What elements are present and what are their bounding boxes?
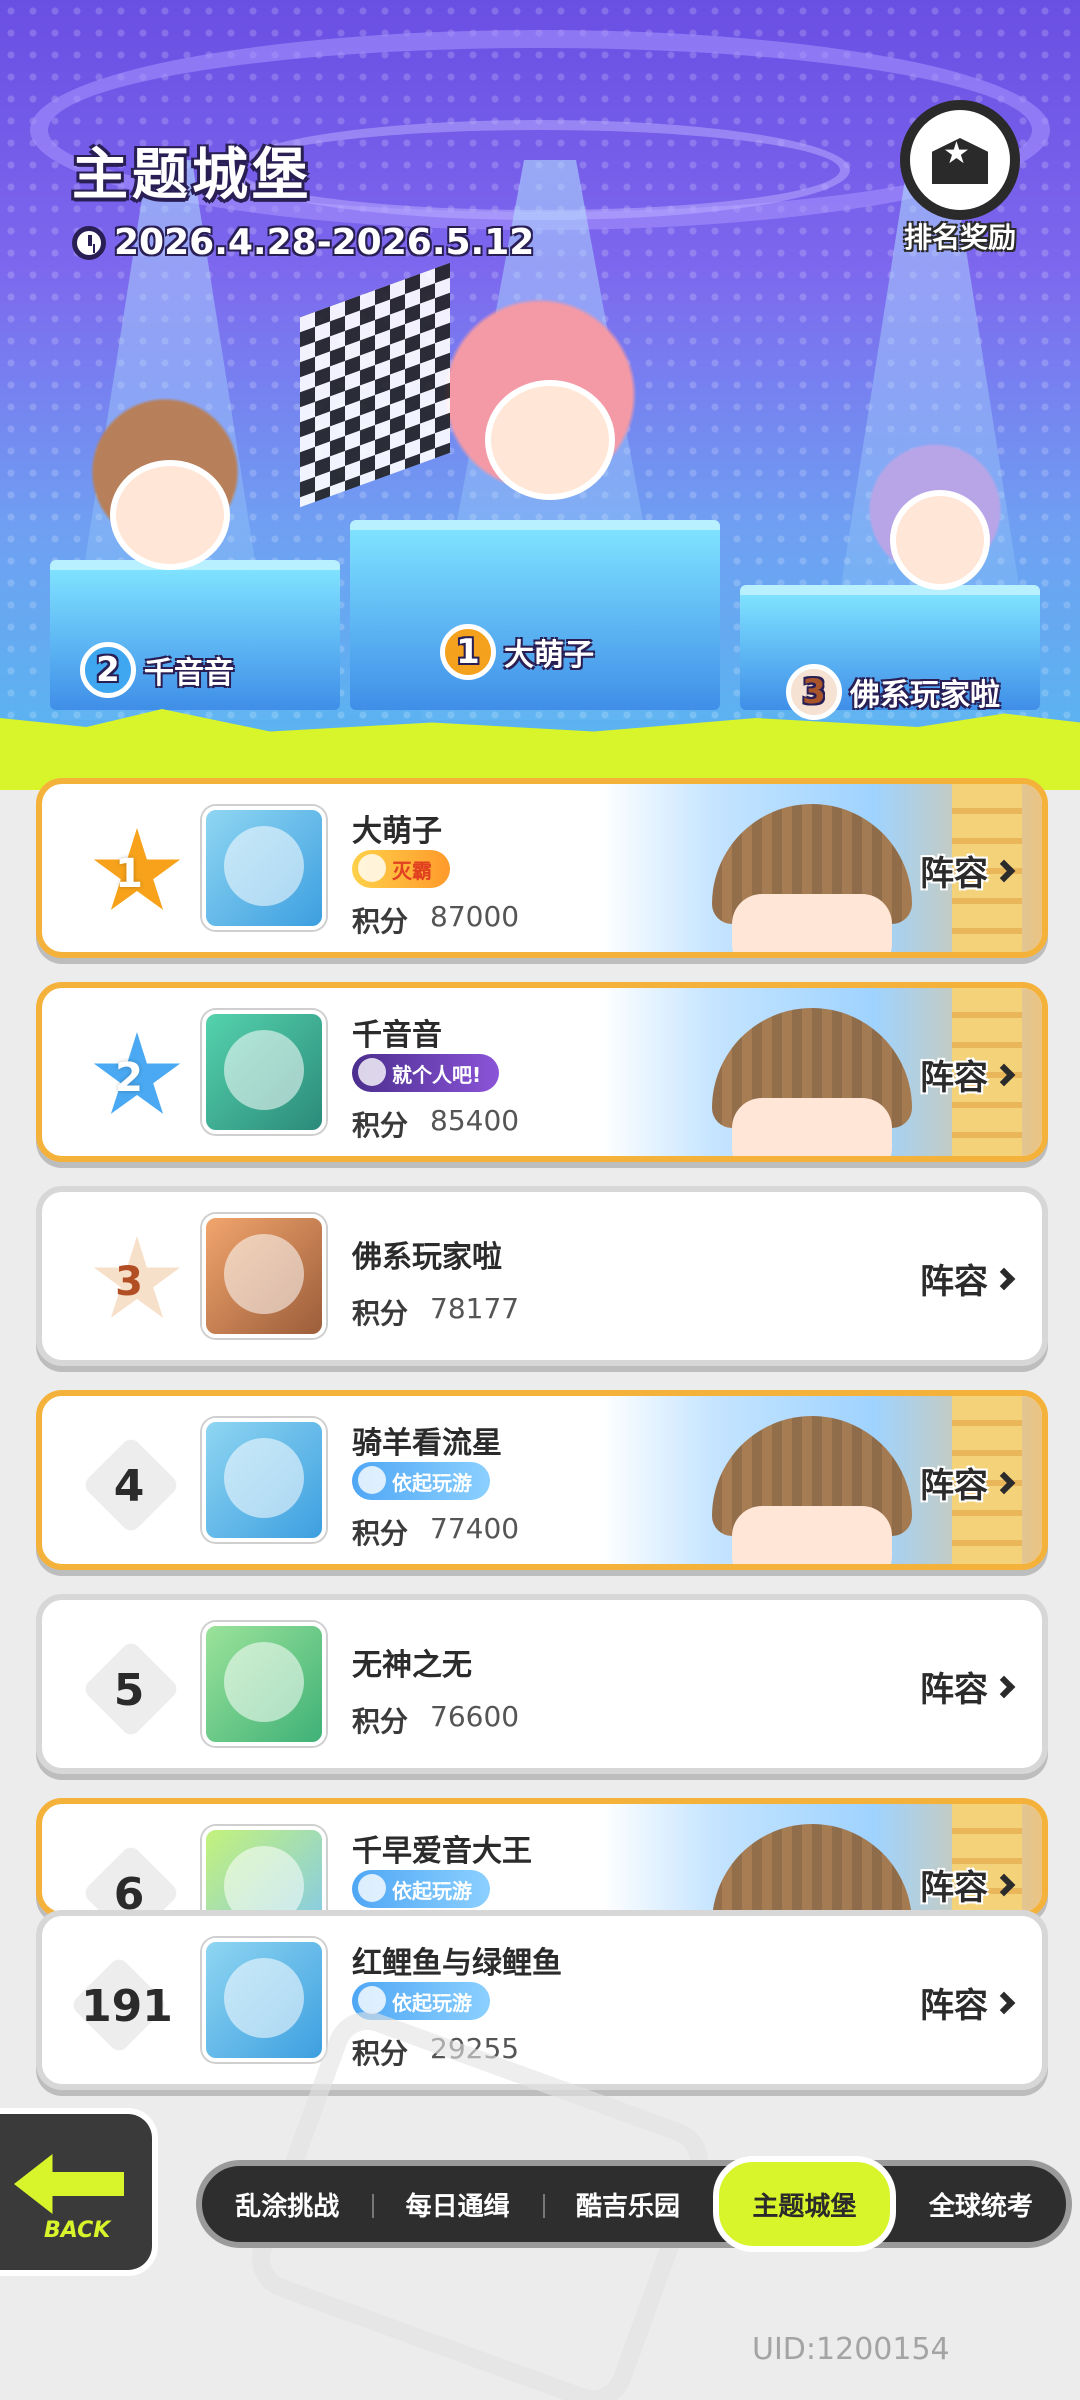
rank-medal-icon: 2 [80, 642, 136, 698]
ranking-reward-button[interactable]: 排名奖励 [890, 100, 1030, 254]
rank-badge: 191 [72, 1966, 182, 2046]
avatar [202, 1826, 326, 1912]
player-name: 红鲤鱼与绿鲤鱼 [352, 1946, 562, 1981]
title-badge: 就个人吧! [352, 1054, 500, 1092]
tab-daily-wanted[interactable]: 每日通缉 [372, 2166, 542, 2242]
chevron-right-icon [992, 1267, 1016, 1290]
podium-label-third: 3 佛系玩家啦 [786, 664, 1000, 720]
user-id: UID:1200154 [752, 2332, 950, 2367]
avatar [202, 1938, 326, 2062]
title-badge: 依起玩游 [352, 1870, 490, 1908]
back-arrow-icon [14, 2154, 124, 2214]
tab-doodle-challenge[interactable]: 乱涂挑战 [202, 2166, 372, 2242]
back-label: BACK [44, 2218, 111, 2243]
ranking-row[interactable]: 3 佛系玩家啦 积分 78177 阵容 [36, 1186, 1048, 1366]
score: 积分 87000 [352, 900, 520, 938]
date-range: 2026.4.28-2026.5.12 [114, 222, 535, 263]
reward-label: 排名奖励 [903, 221, 1016, 254]
avatar [202, 1418, 326, 1542]
tab-global-exam[interactable]: 全球统考 [896, 2166, 1066, 2242]
lineup-button[interactable]: 阵容 [920, 1860, 1016, 1909]
clock-icon [72, 225, 106, 260]
lineup-button[interactable]: 阵容 [920, 846, 1016, 895]
my-rank-row[interactable]: 191 红鲤鱼与绿鲤鱼 依起玩游 积分 29255 阵容 [36, 1910, 1048, 2090]
tab-theme-castle[interactable]: 主题城堡 [713, 2156, 896, 2252]
character-second [40, 380, 290, 610]
chevron-right-icon [992, 1675, 1016, 1698]
score: 积分 85400 [352, 1104, 520, 1142]
header-stage: 主题城堡 2026.4.28-2026.5.12 排名奖励 2 千音音 1 大萌… [0, 0, 1080, 760]
player-name: 骑羊看流星 [352, 1426, 502, 1461]
podium-name: 千音音 [144, 656, 234, 691]
ranking-row[interactable]: 1 大萌子 灭霸 积分 87000 阵容 [36, 778, 1048, 958]
chevron-right-icon [992, 859, 1016, 882]
title-badge: 灭霸 [352, 850, 450, 888]
character-third [830, 430, 1040, 630]
lineup-button[interactable]: 阵容 [920, 1978, 1016, 2027]
bottom-tab-bar: 乱涂挑战 每日通缉 酷吉乐园 主题城堡 全球统考 [196, 2156, 1072, 2252]
podium-label-first: 1 大萌子 [440, 624, 594, 680]
rank-badge: 4 [84, 1446, 174, 1526]
score: 积分 76600 [352, 1700, 520, 1738]
avatar [202, 806, 326, 930]
ranking-row[interactable]: 4 骑羊看流星 依起玩游 积分 77400 阵容 [36, 1390, 1048, 1570]
score: 积分 78177 [352, 1292, 520, 1330]
player-name: 千音音 [352, 1018, 442, 1053]
rank-badge: 3 [84, 1236, 181, 1322]
rank-badge: 2 [84, 1032, 181, 1118]
trophy-icon [900, 100, 1020, 220]
podium-name: 大萌子 [504, 638, 594, 673]
score: 积分 77400 [352, 1512, 520, 1550]
rank-medal-icon: 3 [786, 664, 842, 720]
rank-badge: 5 [84, 1650, 174, 1730]
chevron-right-icon [992, 1991, 1016, 2014]
chevron-right-icon [992, 1063, 1016, 1086]
avatar [202, 1010, 326, 1134]
chevron-right-icon [992, 1873, 1016, 1896]
back-button[interactable]: BACK [0, 2108, 158, 2276]
lineup-button[interactable]: 阵容 [920, 1050, 1016, 1099]
podium-label-second: 2 千音音 [80, 642, 234, 698]
rank-badge: 6 [84, 1854, 174, 1913]
player-name: 千早爱音大王 [352, 1834, 532, 1869]
rank-medal-icon: 1 [440, 624, 496, 680]
tab-kuji-park[interactable]: 酷吉乐园 [542, 2166, 713, 2242]
page-title: 主题城堡 [72, 143, 312, 208]
ranking-row[interactable]: 2 千音音 就个人吧! 积分 85400 阵容 [36, 982, 1048, 1162]
avatar [202, 1214, 326, 1338]
player-name: 无神之无 [352, 1648, 472, 1683]
ranking-row[interactable]: 5 无神之无 积分 76600 阵容 [36, 1594, 1048, 1774]
chevron-right-icon [992, 1471, 1016, 1494]
event-date: 2026.4.28-2026.5.12 [72, 222, 534, 263]
lineup-button[interactable]: 阵容 [920, 1662, 1016, 1711]
player-name: 佛系玩家啦 [352, 1240, 502, 1275]
lineup-button[interactable]: 阵容 [920, 1458, 1016, 1507]
lineup-button[interactable]: 阵容 [920, 1254, 1016, 1303]
podium-name: 佛系玩家啦 [850, 678, 1000, 713]
title-badge: 依起玩游 [352, 1462, 490, 1500]
avatar [202, 1622, 326, 1746]
player-name: 大萌子 [352, 814, 442, 849]
rank-badge: 1 [84, 828, 181, 914]
ranking-row[interactable]: 6 千早爱音大王 依起玩游 阵容 [36, 1798, 1048, 1918]
